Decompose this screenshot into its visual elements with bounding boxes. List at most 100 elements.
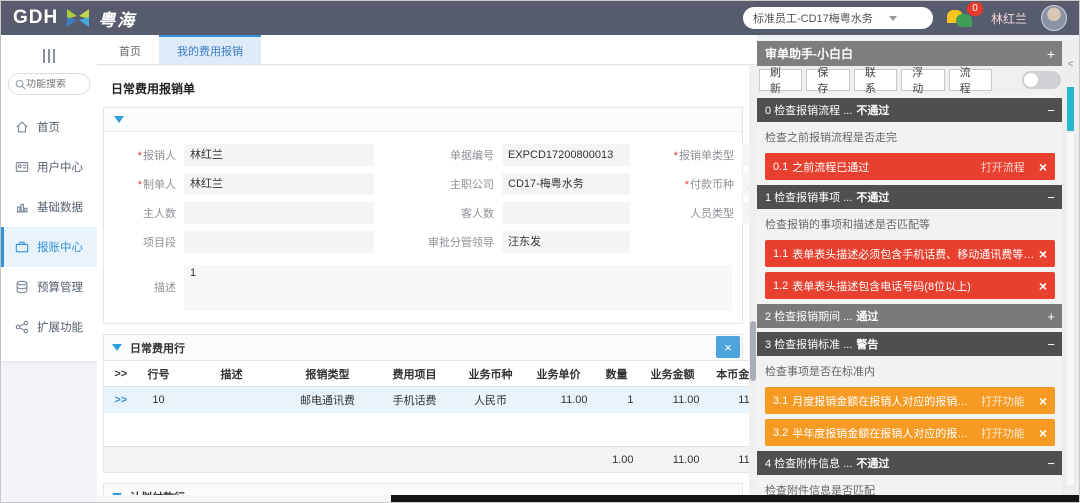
add-icon[interactable]: + (1047, 46, 1055, 62)
sidebar-item-base-data[interactable]: 基础数据 (1, 187, 97, 227)
collapse-menu-button[interactable] (1, 43, 97, 73)
check-item[interactable]: 0.1 之前流程已通过 打开流程 × (765, 153, 1055, 180)
bar-chart-icon (15, 200, 29, 214)
assistant-title: 审单助手-小白白 (765, 45, 853, 62)
collapse-triangle-icon[interactable] (114, 116, 124, 123)
baoxiaodanleixing-field[interactable]: 日常费用报销单 (742, 144, 749, 166)
main-area: 首页 我的费用报销 日常费用报销单 *报销人 林红兰 单据编号 EXPCD172… (97, 35, 757, 502)
id-card-icon (15, 160, 29, 174)
database-icon (15, 280, 29, 294)
section-header[interactable]: 1 检查报销事项 ...不通过 − (757, 185, 1063, 209)
sidebar-item-label: 用户中心 (37, 159, 83, 175)
dismiss-icon[interactable]: × (1039, 159, 1047, 175)
open-function-link[interactable]: 打开功能 (981, 425, 1025, 441)
sidebar-item-home[interactable]: 首页 (1, 107, 97, 147)
assistant-toggle[interactable] (1022, 71, 1061, 89)
check-item[interactable]: 3.2 半年度报销金额在报销人对应的报销标准内 打开功能 × (765, 419, 1055, 446)
check-section-2: 2 检查报销期间 ...通过 + (757, 304, 1063, 328)
sidebar-item-user-center[interactable]: 用户中心 (1, 147, 97, 187)
zhurenshu-field[interactable] (184, 202, 374, 224)
collapse-minus-icon[interactable]: − (1047, 337, 1055, 352)
open-function-link[interactable]: 打开功能 (981, 393, 1025, 409)
check-item[interactable]: 1.2 表单表头描述包含电话号码(8位以上) × (765, 272, 1055, 299)
brand-name: 粤海 (98, 6, 136, 31)
section-header[interactable]: 4 检查附件信息 ...不通过 − (757, 451, 1063, 475)
home-icon (15, 120, 29, 134)
float-button[interactable]: 浮动 (901, 69, 944, 91)
assistant-header: 审单助手-小白白 + (757, 41, 1063, 66)
empty-row (104, 413, 750, 447)
section-description: 检查事项是否在标准内 (757, 356, 1063, 382)
search-input[interactable] (26, 79, 80, 90)
dismiss-icon[interactable]: × (1039, 393, 1047, 409)
description-textarea[interactable]: 1 (184, 265, 732, 311)
sidebar-item-reimburse-center[interactable]: 报账中心 (1, 227, 97, 267)
close-icon[interactable]: × (716, 336, 740, 358)
horizontal-scrollbar[interactable] (391, 495, 1079, 502)
expense-table-row[interactable]: >> 10 邮电通讯费 手机话费 人民币 11.00 1 11.00 11.00 (104, 387, 750, 413)
section-description: 检查附件信息是否匹配 (757, 475, 1063, 495)
topbar-right: 标准员工-CD17梅粤水务 0 林红兰 (743, 5, 1067, 31)
section-header[interactable]: 3 检查报销标准 ...警告 − (757, 332, 1063, 356)
function-search[interactable] (8, 73, 90, 95)
collapse-triangle-icon[interactable] (112, 344, 122, 351)
sidebar-item-budget[interactable]: 预算管理 (1, 267, 97, 307)
field-label: 项目段 (114, 234, 176, 250)
user-avatar[interactable] (1041, 5, 1067, 31)
contact-button[interactable]: 联系 (854, 69, 897, 91)
section-header[interactable]: 0 检查报销流程 ...不通过 − (757, 98, 1063, 122)
zhidanren-field[interactable]: 林红兰 (184, 173, 374, 195)
role-selector-dropdown[interactable]: 标准员工-CD17梅粤水务 (743, 7, 933, 29)
expand-row-button[interactable]: >> (104, 387, 138, 413)
role-selector-value: 标准员工-CD17梅粤水务 (753, 10, 873, 26)
section-header[interactable]: 2 检查报销期间 ...通过 + (757, 304, 1063, 328)
tab-my-expense[interactable]: 我的费用报销 (159, 35, 261, 64)
field-label: 客人数 (382, 205, 494, 221)
share-nodes-icon (15, 320, 29, 334)
open-flow-link[interactable]: 打开流程 (981, 159, 1025, 175)
assistant-toolbar: 刷新 保存 联系 浮动 流程 (757, 66, 1063, 94)
scrollbar-thumb[interactable] (750, 321, 756, 381)
save-button[interactable]: 保存 (806, 69, 849, 91)
collapse-minus-icon[interactable]: − (1047, 456, 1055, 471)
refresh-button[interactable]: 刷新 (759, 69, 802, 91)
butterfly-logo-icon (66, 8, 90, 28)
kerenshu-field[interactable] (502, 202, 630, 224)
expand-plus-icon[interactable]: + (1047, 309, 1055, 324)
search-icon (15, 79, 26, 90)
sidebar-item-label: 扩展功能 (37, 319, 83, 335)
section-description: 检查报销的事项和描述是否匹配等 (757, 209, 1063, 235)
notification-badge: 0 (967, 2, 983, 16)
check-item[interactable]: 1.1 表单表头描述必须包含手机话费、移动通讯费等文字说明 × (765, 240, 1055, 267)
shenpilingdao-field[interactable]: 汪东发 (502, 231, 630, 253)
renyuanleixing-field[interactable]: 粤海通用员工类型 (742, 202, 749, 224)
sidebar-item-label: 首页 (37, 119, 60, 135)
field-label: *付款币种 (638, 176, 734, 192)
collapse-minus-icon[interactable]: − (1047, 190, 1055, 205)
zhuzhigongsi-field[interactable]: CD17-梅粤水务 (502, 173, 630, 195)
xiangmuduan-field[interactable] (184, 231, 374, 253)
collapse-triangle-icon[interactable] (112, 493, 122, 495)
check-item[interactable]: 3.1 月度报销金额在报销人对应的报销标准内 打开功能 × (765, 387, 1055, 414)
gdh-logo: GDH (13, 7, 58, 29)
current-username[interactable]: 林红兰 (991, 10, 1027, 27)
tab-home[interactable]: 首页 (101, 35, 159, 64)
dismiss-icon[interactable]: × (1039, 246, 1047, 262)
panel-scrollbar-thumb[interactable] (1067, 87, 1074, 131)
field-label: *报销单类型 (638, 147, 734, 163)
messages-button[interactable]: 0 (947, 6, 977, 30)
sidebar-item-label: 预算管理 (37, 279, 83, 295)
dismiss-icon[interactable]: × (1039, 425, 1047, 441)
collapse-panel-icon[interactable]: < (1062, 41, 1079, 70)
main-scrollbar[interactable] (749, 66, 757, 495)
expense-totals-row: 1.00 11.00 11.00 (104, 447, 750, 473)
check-section-4: 4 检查附件信息 ...不通过 − 检查附件信息是否匹配 4.1 所附发票是否多… (757, 451, 1063, 495)
sidebar-item-extensions[interactable]: 扩展功能 (1, 307, 97, 347)
fukuanbizhong-field[interactable]: 人民币 (742, 173, 749, 195)
baoxiaoren-field[interactable]: 林红兰 (184, 144, 374, 166)
flow-button[interactable]: 流程 (949, 69, 992, 91)
collapse-minus-icon[interactable]: − (1047, 103, 1055, 118)
field-label: 描述 (114, 265, 176, 311)
dismiss-icon[interactable]: × (1039, 278, 1047, 294)
danjubianhao-field[interactable]: EXPCD17200800013 (502, 144, 630, 166)
